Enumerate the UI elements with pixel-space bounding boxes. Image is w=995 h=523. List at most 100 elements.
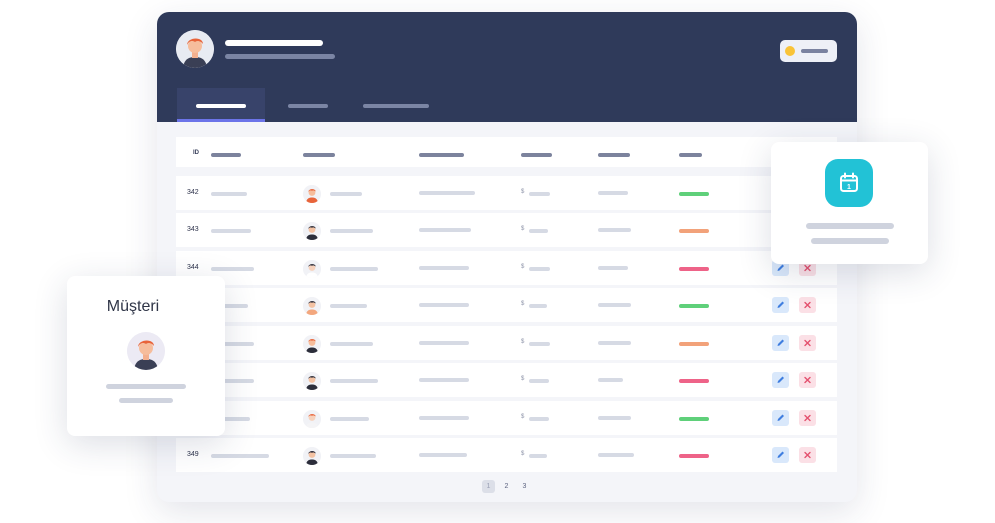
page-button-2[interactable]: 2 bbox=[500, 480, 513, 493]
person-avatar-icon bbox=[303, 335, 321, 353]
edit-button[interactable] bbox=[772, 297, 789, 313]
customer-avatar bbox=[303, 335, 321, 353]
customer-avatar bbox=[127, 332, 165, 370]
row-id: 344 bbox=[187, 264, 199, 271]
row-id: 343 bbox=[187, 226, 199, 233]
edit-button[interactable] bbox=[772, 410, 789, 426]
status-indicator bbox=[679, 229, 709, 233]
table-row[interactable]: 349 $ bbox=[176, 438, 837, 472]
cell-placeholder bbox=[598, 303, 631, 307]
status-indicator bbox=[679, 454, 709, 458]
tab-label-placeholder bbox=[196, 104, 246, 108]
table-row[interactable]: 342 $ bbox=[176, 176, 837, 210]
pencil-icon bbox=[777, 451, 784, 458]
customer-detail-placeholder bbox=[119, 398, 173, 403]
delete-button[interactable] bbox=[799, 372, 816, 388]
status-pill[interactable] bbox=[780, 40, 837, 62]
cell-placeholder bbox=[330, 417, 369, 421]
cell-placeholder bbox=[529, 192, 550, 196]
edit-button[interactable] bbox=[772, 372, 789, 388]
table-row[interactable]: 344 $ bbox=[176, 251, 837, 285]
currency-symbol: $ bbox=[521, 189, 525, 195]
cell-placeholder bbox=[529, 342, 550, 346]
status-indicator bbox=[679, 379, 709, 383]
customer-avatar bbox=[303, 447, 321, 465]
person-avatar-icon bbox=[303, 410, 321, 428]
calendar-line-placeholder bbox=[811, 238, 889, 244]
currency-symbol: $ bbox=[521, 264, 525, 270]
status-indicator bbox=[679, 342, 709, 346]
cell-placeholder bbox=[419, 341, 469, 345]
edit-button[interactable] bbox=[772, 335, 789, 351]
cell-placeholder bbox=[330, 304, 367, 308]
person-avatar-icon bbox=[303, 185, 321, 203]
cell-placeholder bbox=[211, 267, 254, 271]
cell-placeholder bbox=[211, 454, 269, 458]
app-header bbox=[157, 12, 857, 122]
page-button-3[interactable]: 3 bbox=[518, 480, 531, 493]
person-avatar-icon bbox=[303, 372, 321, 390]
tab-2[interactable] bbox=[283, 88, 333, 122]
cell-placeholder bbox=[211, 229, 251, 233]
person-avatar-icon bbox=[176, 30, 214, 68]
stage: ID 342 $343 $344 $ $ $ $ $349 $ 1 2 3 Müşteri bbox=[0, 0, 995, 523]
column-header-placeholder bbox=[419, 153, 464, 157]
currency-symbol: $ bbox=[521, 226, 525, 232]
cell-placeholder bbox=[598, 416, 631, 420]
column-header-placeholder bbox=[303, 153, 335, 157]
close-icon bbox=[804, 414, 811, 422]
cell-placeholder bbox=[419, 228, 471, 232]
calendar-day: 1 bbox=[847, 184, 851, 191]
calendar-tile[interactable]: 1 bbox=[825, 159, 873, 207]
tab-active-indicator bbox=[177, 119, 265, 122]
close-icon bbox=[804, 451, 811, 459]
row-id: 349 bbox=[187, 451, 199, 458]
user-name-placeholder bbox=[225, 40, 323, 46]
status-indicator bbox=[679, 417, 709, 421]
delete-button[interactable] bbox=[799, 297, 816, 313]
table-row[interactable]: $ bbox=[176, 363, 837, 397]
table-header: ID bbox=[176, 137, 837, 167]
cell-placeholder bbox=[598, 191, 628, 195]
delete-button[interactable] bbox=[799, 410, 816, 426]
edit-button[interactable] bbox=[772, 447, 789, 463]
page-button-1[interactable]: 1 bbox=[482, 480, 495, 493]
status-indicator bbox=[679, 267, 709, 271]
person-avatar-icon bbox=[303, 222, 321, 240]
person-avatar-icon bbox=[303, 297, 321, 315]
calendar-line-placeholder bbox=[806, 223, 894, 229]
customer-card-title: Müşteri bbox=[106, 298, 160, 315]
cell-placeholder bbox=[419, 191, 475, 195]
close-icon bbox=[804, 376, 811, 384]
table-row[interactable]: 343 $ bbox=[176, 213, 837, 247]
customer-avatar bbox=[303, 260, 321, 278]
customer-avatar bbox=[303, 222, 321, 240]
table-row[interactable]: $ bbox=[176, 288, 837, 322]
currency-symbol: $ bbox=[521, 376, 525, 382]
status-indicator bbox=[679, 304, 709, 308]
close-icon bbox=[804, 301, 811, 309]
table-row[interactable]: $ bbox=[176, 326, 837, 360]
cell-placeholder bbox=[330, 342, 373, 346]
calendar-card: 1 bbox=[771, 142, 928, 264]
currency-symbol: $ bbox=[521, 414, 525, 420]
tab-1[interactable] bbox=[177, 88, 265, 122]
app-window: ID 342 $343 $344 $ $ $ $ $349 $ 1 2 3 bbox=[157, 12, 857, 502]
status-indicator bbox=[679, 192, 709, 196]
customer-avatar bbox=[303, 372, 321, 390]
tab-label-placeholder bbox=[288, 104, 328, 108]
table-row[interactable]: $ bbox=[176, 401, 837, 435]
tab-3[interactable] bbox=[357, 88, 435, 122]
calendar-icon: 1 bbox=[840, 172, 858, 192]
user-avatar[interactable] bbox=[176, 30, 214, 68]
delete-button[interactable] bbox=[799, 335, 816, 351]
delete-button[interactable] bbox=[799, 447, 816, 463]
column-header-placeholder bbox=[598, 153, 630, 157]
currency-symbol: $ bbox=[521, 339, 525, 345]
pencil-icon bbox=[777, 376, 784, 383]
customer-avatar bbox=[303, 410, 321, 428]
cell-placeholder bbox=[598, 378, 623, 382]
cell-placeholder bbox=[529, 454, 547, 458]
cell-placeholder bbox=[419, 416, 469, 420]
currency-symbol: $ bbox=[521, 301, 525, 307]
